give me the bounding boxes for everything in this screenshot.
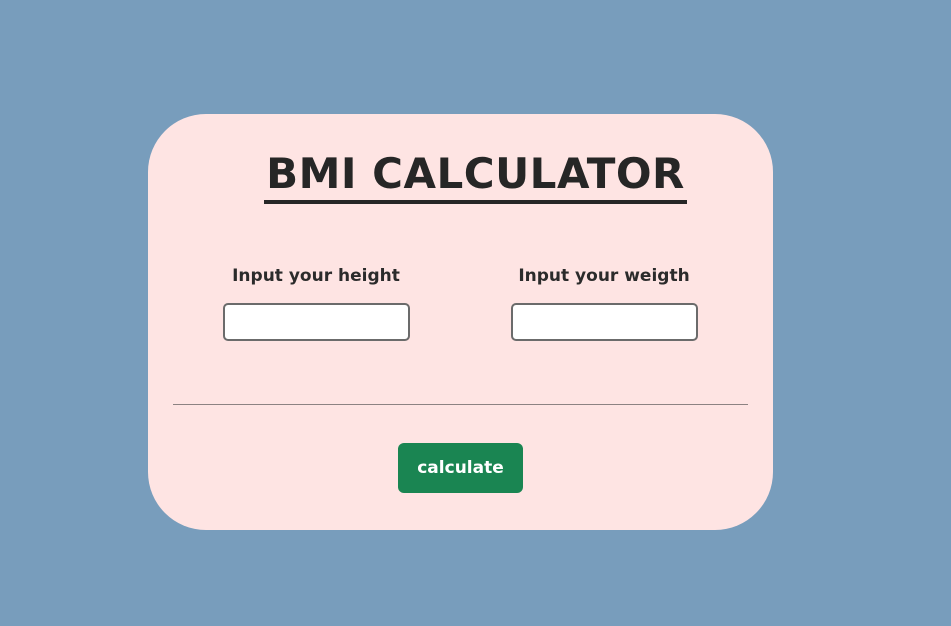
height-input[interactable] xyxy=(222,303,410,341)
page-title: BMI CALCULATOR xyxy=(0,149,951,205)
height-label: Input your height xyxy=(232,266,400,286)
weight-field-group: Input your weigth xyxy=(494,264,714,341)
weight-label: Input your weigth xyxy=(518,266,690,286)
page-background: { "colors": { "page_background": "#789db… xyxy=(0,0,951,626)
calculate-button[interactable]: calculate xyxy=(398,443,523,493)
divider xyxy=(173,404,748,405)
page-title-text: BMI CALCULATOR xyxy=(264,149,687,205)
height-field-group: Input your height xyxy=(206,264,426,341)
weight-input[interactable] xyxy=(510,303,698,341)
